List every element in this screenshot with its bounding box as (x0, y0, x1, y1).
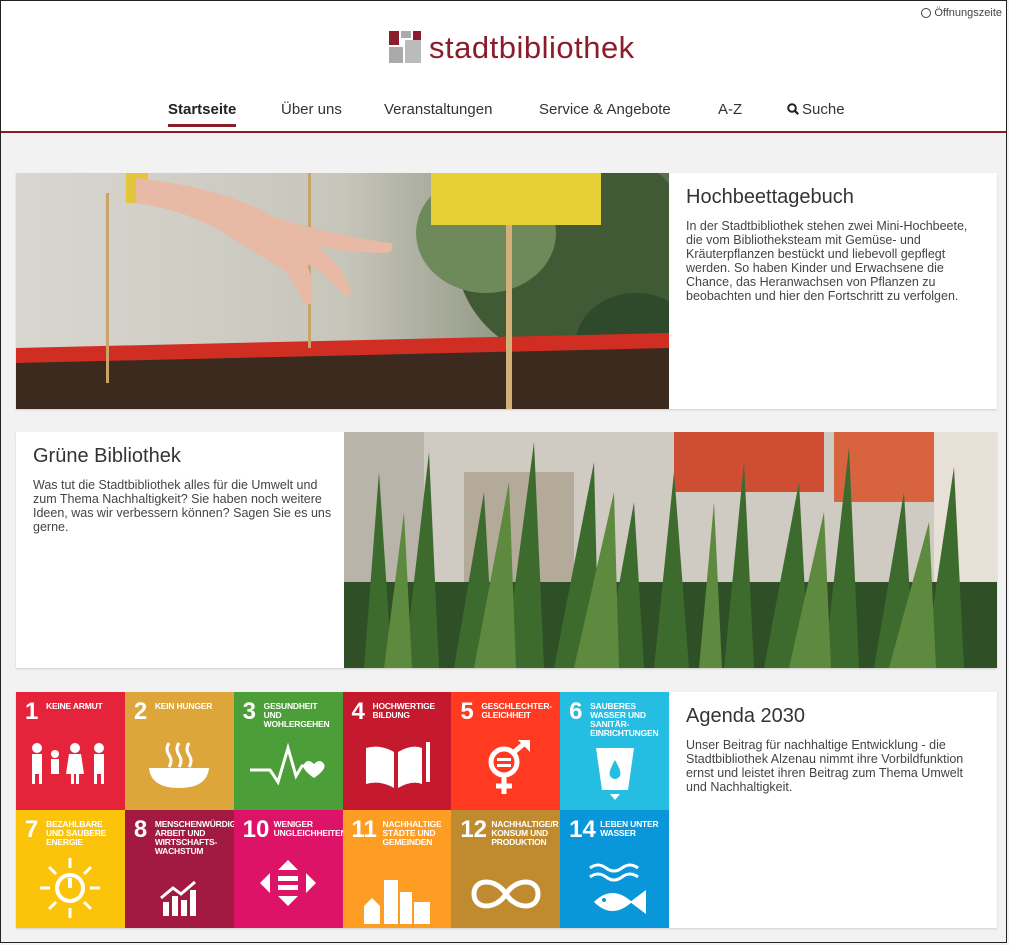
site-logo[interactable]: stadtbibliothek (389, 31, 635, 63)
nav-ueber-uns[interactable]: Über uns (281, 101, 342, 118)
sdg-label: KEIN HUNGER (154, 701, 213, 711)
sdg-number: 3 (242, 698, 257, 725)
sdg-tile-5: 5 GESCHLECHTER-GLEICHHEIT (451, 692, 561, 810)
heartbeat-icon (250, 742, 325, 786)
sdg-label: KEINE ARMUT (46, 701, 103, 711)
card-text-hochbeettagebuch: In der Stadtbibliothek stehen zwei Mini-… (686, 219, 968, 303)
fish-icon (588, 863, 646, 914)
sdg-label: BEZAHLBARE UND SAUBERE ENERGIE (46, 819, 107, 847)
nav-veranstaltungen[interactable]: Veranstaltungen (384, 101, 492, 118)
water-icon (595, 748, 634, 800)
sdg-number: 7 (25, 816, 39, 843)
card-text-agenda-2030: Unser Beitrag für nachhaltige Entwicklun… (686, 738, 964, 794)
growth-chart-icon (160, 880, 197, 916)
sdg-number: 6 (569, 698, 583, 725)
sun-power-icon (40, 858, 101, 918)
garden-bed-photo (16, 173, 669, 409)
sdg-number: 8 (133, 816, 148, 843)
clock-icon (921, 8, 932, 18)
equality-icon (260, 860, 317, 906)
nav-suche[interactable]: Suche (787, 101, 845, 118)
nav-a-z[interactable]: A-Z (718, 101, 742, 118)
sdg-number: 14 (569, 816, 596, 843)
gender-icon (488, 740, 530, 794)
sdg-goals-grid: 1 KEINE ARMUT 2 KEIN HUNGER 3 GESUNDHEIT… (16, 692, 669, 928)
sdg-number: 10 (242, 816, 270, 843)
logo-text: stadtbibliothek (429, 29, 635, 65)
sdg-label: GESCHLECHTER-GLEICHHEIT (481, 701, 552, 720)
sdg-number: 4 (351, 698, 365, 725)
sdg-tile-4: 4 HOCHWERTIGE BILDUNG (342, 692, 452, 810)
teaser-card-hochbeettagebuch[interactable]: Hochbeettagebuch In der Stadtbibliothek … (16, 173, 997, 409)
sdg-number: 1 (25, 698, 39, 725)
sdg-tile-3: 3 GESUNDHEIT UND WOHLERGEHEN (233, 692, 343, 810)
sdg-label: GESUNDHEIT UND WOHLERGEHEN (263, 701, 330, 729)
book-icon (365, 742, 430, 788)
sdg-number: 5 (460, 698, 474, 725)
nav-suche-label: Suche (802, 101, 845, 118)
sdg-label: NACHHALTIGE STÄDTE UND GEMEINDEN (382, 819, 442, 847)
card-text-gruene-bibliothek: Was tut die Stadtbibliothek alles für di… (33, 478, 332, 534)
site-header: Öffnungszeite stadtbibliothek Startseite… (1, 1, 1006, 132)
sdg-label: NACHHALTIGE/R KONSUM UND PRODUKTION (491, 819, 559, 847)
card-title-hochbeettagebuch[interactable]: Hochbeettagebuch (686, 186, 986, 209)
nav-startseite[interactable]: Startseite (168, 101, 237, 127)
sdg-tile-2: 2 KEIN HUNGER (124, 692, 234, 810)
opening-hours-label: Öffnungszeite (934, 7, 1002, 19)
sdg-tile-8: 8 MENSCHENWÜRDIGE ARBEIT UND WIRTSCHAFTS… (124, 810, 234, 928)
sdg-number: 11 (351, 816, 377, 843)
logo-mark-icon (389, 31, 421, 63)
bowl-icon (149, 742, 210, 788)
city-icon (363, 880, 430, 924)
sdg-label: HOCHWERTIGE BILDUNG (372, 701, 436, 720)
opening-hours-link[interactable]: Öffnungszeite (921, 7, 1002, 19)
sdg-tile-11: 11 NACHHALTIGE STÄDTE UND GEMEINDEN (342, 810, 452, 928)
sdg-number: 2 (133, 698, 148, 725)
infinity-icon (471, 879, 541, 909)
sdg-tile-12: 12 NACHHALTIGE/R KONSUM UND PRODUKTION (451, 810, 561, 928)
sdg-tile-10: 10 WENIGER UNGLEICHHEITEN (233, 810, 343, 928)
nav-service-angebote[interactable]: Service & Angebote (539, 101, 671, 118)
sdg-tile-7: 7 BEZAHLBARE UND SAUBERE ENERGIE (16, 810, 125, 928)
card-title-gruene-bibliothek[interactable]: Grüne Bibliothek (33, 445, 338, 468)
family-icon (32, 743, 105, 784)
teaser-card-gruene-bibliothek[interactable]: Grüne Bibliothek Was tut die Stadtbiblio… (16, 432, 997, 668)
sdg-label: SAUBERES WASSER UND SANITÄR-EINRICHTUNGE… (590, 701, 659, 738)
sdg-tile-14: 14 LEBEN UNTER WASSER (560, 810, 669, 928)
search-icon (787, 103, 799, 115)
sdg-tile-6: 6 SAUBERES WASSER UND SANITÄR-EINRICHTUN… (560, 692, 669, 810)
header-divider (1, 131, 1006, 133)
sdg-label: MENSCHENWÜRDIGE ARBEIT UND WIRTSCHAFTS-W… (154, 819, 234, 856)
card-title-agenda-2030[interactable]: Agenda 2030 (686, 705, 986, 728)
sdg-tile-1: 1 KEINE ARMUT (16, 692, 125, 810)
sdg-label: WENIGER UNGLEICHHEITEN (273, 819, 343, 838)
sdg-number: 12 (460, 816, 488, 843)
sdg-label: LEBEN UNTER WASSER (600, 819, 659, 838)
plants-photo (344, 432, 997, 668)
